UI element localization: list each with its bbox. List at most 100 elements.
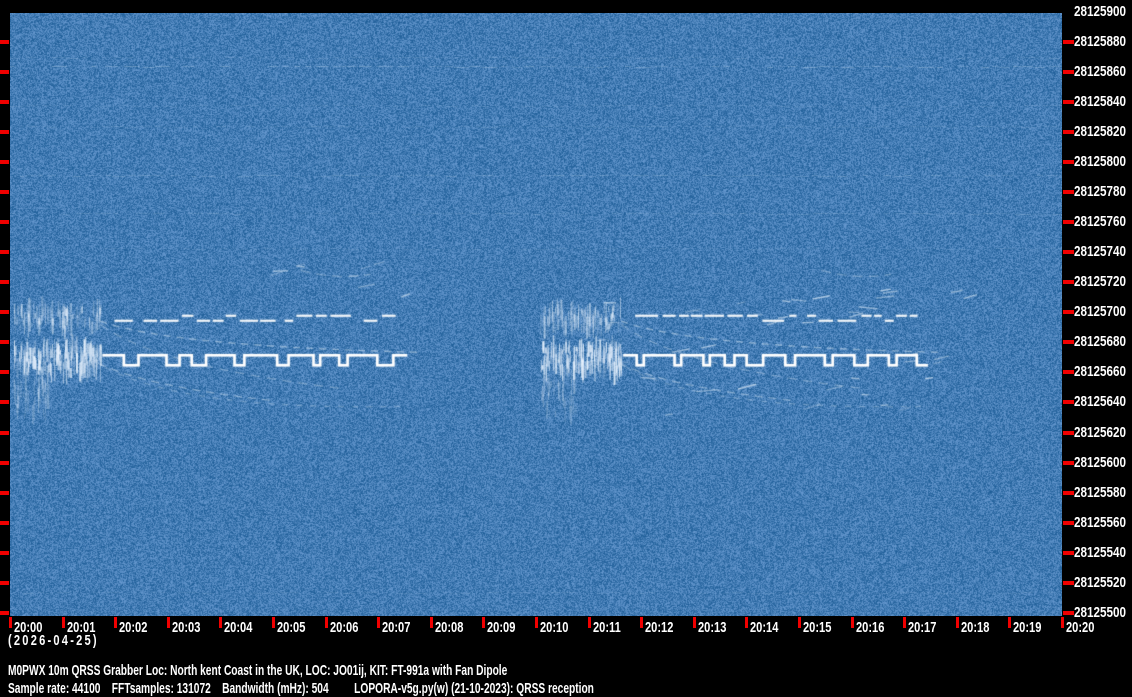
time-tick-mark [324,617,328,628]
date-label: (2026-04-25) [8,632,99,649]
frequency-tick-mark [1063,400,1074,405]
frequency-tick-mark [1063,550,1074,555]
time-label: 20:06 [329,619,358,636]
frequency-label: 28125680 [1074,333,1127,351]
frequency-tick-mark [0,550,9,555]
frequency-tick-mark [1063,129,1074,134]
time-tick-mark [219,617,223,628]
frequency-tick-mark [1063,490,1074,495]
time-label: 20:19 [1013,619,1042,636]
frequency-tick-mark [0,370,9,375]
time-label: 20:09 [487,619,516,636]
station-info-line: M0PWX 10m QRSS Grabber Loc: North kent C… [8,662,508,679]
frequency-label: 28125760 [1074,213,1127,231]
time-tick-mark [377,617,381,628]
time-tick-mark [1008,617,1012,628]
frequency-tick-mark [0,129,9,134]
frequency-tick-mark [0,400,9,405]
spectrogram-canvas [10,13,1062,616]
frequency-tick-mark [1063,430,1074,435]
frequency-label: 28125800 [1074,152,1127,170]
frequency-tick-mark [1063,189,1074,194]
time-tick-mark [798,617,801,628]
time-label: 20:20 [1066,619,1095,636]
frequency-tick-mark [1063,99,1074,104]
frequency-tick-mark [1063,310,1074,315]
frequency-tick-mark [0,280,9,285]
frequency-tick-mark [0,310,9,315]
time-tick-mark [535,617,538,628]
time-label: 20:14 [750,619,779,636]
time-tick-mark [692,617,696,628]
frequency-tick-mark [0,430,9,435]
frequency-tick-mark [1063,370,1074,375]
frequency-tick-mark [1063,39,1074,44]
frequency-tick-mark [0,99,9,104]
frequency-tick-mark [1063,520,1074,525]
frequency-tick-mark [0,220,9,225]
time-tick-mark [114,617,118,628]
time-label: 20:11 [592,619,621,636]
time-label: 20:16 [855,619,884,636]
frequency-label: 28125840 [1074,92,1127,110]
frequency-tick-mark [1063,250,1074,255]
time-tick-mark [587,617,591,628]
time-label: 20:18 [960,619,990,636]
frequency-tick-mark [1063,611,1074,615]
frequency-tick-mark [1063,220,1074,225]
frequency-tick-mark [0,340,9,345]
time-label: 20:02 [119,619,148,636]
frequency-label: 28125900 [1074,2,1127,20]
time-tick-mark [61,617,65,628]
time-tick-mark [429,617,433,628]
time-label: 20:08 [434,619,464,636]
frequency-tick-mark [0,460,9,465]
frequency-tick-mark [1063,69,1074,74]
frequency-label: 28125560 [1074,513,1127,531]
frequency-label: 28125500 [1074,604,1127,621]
frequency-label: 28125740 [1074,243,1127,261]
time-tick-mark [955,617,959,628]
time-tick-mark [9,617,12,628]
frequency-tick-mark [0,189,9,194]
frequency-label: 28125520 [1074,573,1127,591]
frequency-label: 28125820 [1074,122,1127,140]
frequency-label: 28125580 [1074,483,1127,501]
frequency-label: 28125660 [1074,363,1127,381]
time-tick-mark [745,617,749,628]
frequency-tick-mark [0,490,9,495]
frequency-tick-mark [1063,159,1074,164]
time-tick-mark [482,617,486,628]
frequency-tick-mark [1063,460,1074,465]
frequency-tick-mark [1063,340,1074,345]
frequency-tick-mark [1063,280,1074,285]
frequency-tick-mark [0,611,9,615]
frequency-tick-mark [0,159,9,164]
time-label: 20:05 [277,619,306,636]
frequency-label: 28125860 [1074,62,1127,80]
frequency-tick-mark [0,39,9,44]
time-tick-mark [850,617,854,628]
frequency-label: 28125640 [1074,393,1127,411]
time-label: 20:07 [382,619,411,636]
frequency-label: 28125720 [1074,273,1127,291]
time-label: 20:10 [540,619,569,636]
frequency-label: 28125780 [1074,182,1127,200]
time-label: 20:13 [697,619,727,636]
time-tick-mark [166,617,170,628]
qrss-grabber-window: 28125900 28125880 28125860 28125840 28125820… [0,0,1132,697]
frequency-label: 28125620 [1074,423,1127,441]
frequency-tick-mark [0,250,9,255]
frequency-label: 28125600 [1074,453,1127,471]
time-label: 20:12 [645,619,674,636]
settings-info-line: Sample rate: 44100 FFTsamples: 131072 Ba… [8,680,594,697]
frequency-label: 28125700 [1074,303,1127,321]
time-tick-mark [640,617,644,628]
time-label: 20:03 [171,619,201,636]
frequency-label: 28125880 [1074,32,1127,50]
time-tick-mark [903,617,907,628]
time-label: 20:04 [224,619,253,636]
time-tick-mark [1061,617,1064,628]
frequency-tick-mark [1063,580,1074,585]
time-label: 20:17 [908,619,937,636]
